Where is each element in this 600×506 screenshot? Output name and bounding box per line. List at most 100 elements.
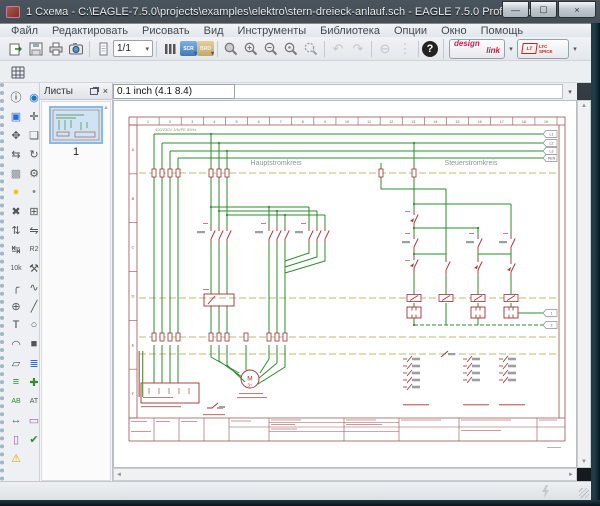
- display-layers-tool[interactable]: ▣: [8, 108, 24, 124]
- scroll-right-icon[interactable]: ►: [568, 472, 574, 478]
- redo-icon[interactable]: ↷: [348, 39, 368, 59]
- errors-tool[interactable]: ⚠: [8, 450, 24, 466]
- print-icon[interactable]: [46, 39, 66, 59]
- frame-column-label: 13: [411, 120, 415, 124]
- command-line-input[interactable]: [235, 84, 563, 99]
- close-button[interactable]: ×: [558, 1, 596, 18]
- sheet-select-combo[interactable]: 1/1 ▾: [113, 40, 153, 57]
- frame-column-label: 11: [367, 120, 371, 124]
- window-border: [591, 23, 600, 500]
- frame-row-label: B: [132, 196, 135, 201]
- mirror-tool[interactable]: ⇆: [8, 146, 24, 162]
- sheet-icon[interactable]: [93, 39, 113, 59]
- menu-item[interactable]: Библиотека: [313, 24, 387, 38]
- schematic-canvas[interactable]: 12345678910111213141516171819 ABCDEF: [113, 100, 577, 468]
- net-tool[interactable]: ≡: [8, 374, 24, 390]
- dimension-tool[interactable]: ↔: [8, 412, 24, 428]
- open-icon[interactable]: [6, 39, 26, 59]
- chevron-down-icon: ▾: [573, 45, 577, 53]
- grid-icon[interactable]: [8, 62, 28, 82]
- undo-icon[interactable]: ↶: [328, 39, 348, 59]
- motor-phases: 3~: [247, 383, 253, 388]
- out-tag: 2: [551, 323, 553, 327]
- save-icon[interactable]: [26, 39, 46, 59]
- supply-tag: L1: [550, 132, 554, 136]
- window-border: [0, 500, 600, 506]
- design-link-dropdown[interactable]: ▾: [505, 40, 517, 58]
- group-tool[interactable]: ▩: [8, 165, 24, 181]
- ltspice-button[interactable]: LT LTC SPICE: [517, 39, 569, 59]
- stop-icon[interactable]: ⊖: [375, 39, 395, 59]
- frame-column-label: 15: [456, 120, 460, 124]
- layer-settings-icon[interactable]: [160, 39, 180, 59]
- design-link-button[interactable]: design link: [449, 39, 505, 59]
- main-toolbar: 1/1 ▾ SCR ▾ BRD ▾ ↶: [0, 37, 600, 61]
- invoke-tool[interactable]: ⊕: [8, 298, 24, 314]
- close-icon[interactable]: ×: [103, 87, 108, 96]
- secondary-toolbar: [0, 61, 600, 83]
- frame-column-label: 6: [258, 120, 260, 124]
- scroll-down-icon[interactable]: ▼: [581, 459, 587, 465]
- replace-tool[interactable]: ↹: [8, 241, 24, 257]
- frame-column-label: 17: [500, 120, 504, 124]
- menu-item[interactable]: Помощь: [474, 24, 531, 38]
- menu-item[interactable]: Инструменты: [231, 24, 314, 38]
- maximize-button[interactable]: ▢: [530, 1, 557, 18]
- undock-icon[interactable]: [90, 88, 98, 95]
- zoom-redraw-icon[interactable]: [301, 39, 321, 59]
- menu-item[interactable]: Файл: [4, 24, 45, 38]
- supply-tag: L3: [550, 149, 554, 153]
- chevron-down-icon[interactable]: ▾: [563, 88, 577, 96]
- minimize-button[interactable]: —: [502, 1, 529, 18]
- zoom-fit-icon[interactable]: [221, 39, 241, 59]
- ltspice-dropdown[interactable]: ▾: [569, 40, 581, 58]
- scroll-up-icon[interactable]: ▲: [103, 105, 109, 111]
- window-controls: — ▢ ×: [501, 1, 596, 18]
- scroll-left-icon[interactable]: ◄: [116, 472, 122, 478]
- horizontal-scrollbar[interactable]: ◄ ►: [113, 468, 577, 481]
- sheet-item[interactable]: 1: [48, 106, 104, 158]
- sheet-thumbnail[interactable]: [49, 106, 103, 144]
- scroll-up-icon[interactable]: ▲: [581, 103, 587, 109]
- label-tool[interactable]: AB: [8, 393, 24, 409]
- resize-grip[interactable]: [579, 488, 589, 498]
- stop-glyph: ⊖: [380, 41, 391, 57]
- zoom-select-icon[interactable]: [281, 39, 301, 59]
- dots-glyph: ⋮: [399, 41, 412, 57]
- miter-tool[interactable]: ╭: [8, 279, 24, 295]
- info-tool[interactable]: ⓘ: [8, 89, 24, 105]
- vertical-scrollbar[interactable]: ▲ ▼: [577, 100, 591, 468]
- help-button[interactable]: ?: [422, 41, 438, 57]
- text-tool[interactable]: T: [8, 317, 24, 333]
- polygon-tool[interactable]: ▱: [8, 355, 24, 371]
- frame-column-label: 7: [280, 120, 282, 124]
- run-script-icon[interactable]: ⋮: [395, 39, 415, 59]
- coordinate-display: 0.1 inch (4.1 8.4): [113, 84, 235, 99]
- value-tool[interactable]: 10k: [8, 260, 24, 276]
- command-bar: 0.1 inch (4.1 8.4) ▾: [113, 83, 577, 100]
- out-tag: 1: [551, 311, 553, 315]
- board-view-icon[interactable]: BRD ▾: [197, 41, 214, 56]
- schematic-view-icon[interactable]: SCR ▾: [180, 41, 197, 56]
- pinswap-tool[interactable]: ⇅: [8, 222, 24, 238]
- zoom-in-icon[interactable]: [241, 39, 261, 59]
- export-image-icon[interactable]: [66, 39, 86, 59]
- arc-tool[interactable]: ◠: [8, 336, 24, 352]
- delete-tool[interactable]: ✖: [8, 203, 24, 219]
- design-link-label-2: link: [486, 47, 500, 54]
- menu-item[interactable]: Окно: [434, 24, 474, 38]
- zoom-out-icon[interactable]: [261, 39, 281, 59]
- menu-item[interactable]: Опции: [387, 24, 434, 38]
- supply-note: 400/230V 3/N/PE 50Hz: [155, 127, 196, 132]
- menu-item[interactable]: Рисовать: [135, 24, 197, 38]
- chevron-down-icon: ▾: [211, 50, 214, 57]
- scr-label: SCR: [183, 46, 194, 52]
- cut-tool[interactable]: ●: [8, 184, 24, 200]
- sheet-frame-tool[interactable]: ▯: [8, 431, 24, 447]
- frame-column-label: 8: [302, 120, 304, 124]
- menu-item[interactable]: Вид: [197, 24, 231, 38]
- title-bar[interactable]: 1 Схема - C:\EAGLE-7.5.0\projects\exampl…: [0, 0, 600, 23]
- move-tool[interactable]: ✥: [8, 127, 24, 143]
- sheets-panel-header[interactable]: Листы ×: [40, 83, 112, 100]
- menu-item[interactable]: Редактировать: [45, 24, 135, 38]
